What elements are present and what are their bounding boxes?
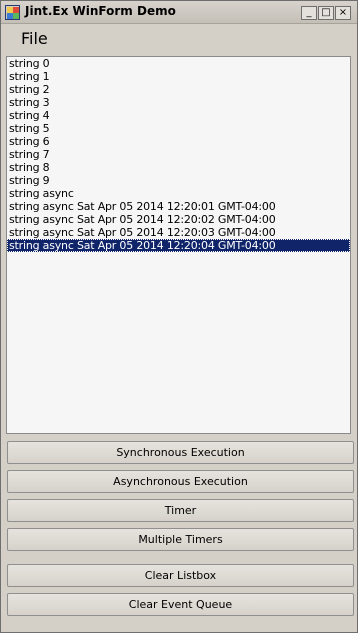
synchronous-execution-button[interactable]: Synchronous Execution bbox=[7, 441, 354, 464]
list-item[interactable]: string 1 bbox=[7, 70, 350, 83]
app-window: Jint.Ex WinForm Demo _ □ × File string 0… bbox=[0, 0, 358, 633]
list-item[interactable]: string 7 bbox=[7, 148, 350, 161]
list-item[interactable]: string async Sat Apr 05 2014 12:20:04 GM… bbox=[7, 239, 350, 252]
minimize-button[interactable]: _ bbox=[301, 6, 317, 20]
maximize-button[interactable]: □ bbox=[318, 6, 334, 20]
app-icon[interactable] bbox=[5, 5, 20, 20]
window-title: Jint.Ex WinForm Demo bbox=[25, 4, 176, 18]
clear-listbox-button[interactable]: Clear Listbox bbox=[7, 564, 354, 587]
menu-bar: File bbox=[1, 24, 357, 54]
menu-file[interactable]: File bbox=[21, 29, 48, 48]
list-item[interactable]: string 5 bbox=[7, 122, 350, 135]
list-item[interactable]: string 0 bbox=[7, 57, 350, 70]
timer-button[interactable]: Timer bbox=[7, 499, 354, 522]
multiple-timers-button[interactable]: Multiple Timers bbox=[7, 528, 354, 551]
list-item[interactable]: string async Sat Apr 05 2014 12:20:01 GM… bbox=[7, 200, 350, 213]
list-item[interactable]: string 8 bbox=[7, 161, 350, 174]
clear-event-queue-button[interactable]: Clear Event Queue bbox=[7, 593, 354, 616]
output-listbox[interactable]: string 0 string 1 string 2 string 3 string 4… bbox=[6, 56, 351, 434]
listbox-items: string 0 string 1 string 2 string 3 string 4… bbox=[7, 57, 350, 252]
list-item[interactable]: string 2 bbox=[7, 83, 350, 96]
title-bar[interactable]: Jint.Ex WinForm Demo _ □ × bbox=[1, 1, 357, 24]
list-item[interactable]: string async bbox=[7, 187, 350, 200]
list-item[interactable]: string 3 bbox=[7, 96, 350, 109]
app-icon-quadrant bbox=[13, 13, 19, 19]
asynchronous-execution-button[interactable]: Asynchronous Execution bbox=[7, 470, 354, 493]
list-item[interactable]: string 6 bbox=[7, 135, 350, 148]
close-button[interactable]: × bbox=[335, 6, 351, 20]
list-item[interactable]: string 4 bbox=[7, 109, 350, 122]
list-item[interactable]: string async Sat Apr 05 2014 12:20:02 GM… bbox=[7, 213, 350, 226]
list-item[interactable]: string async Sat Apr 05 2014 12:20:03 GM… bbox=[7, 226, 350, 239]
list-item[interactable]: string 9 bbox=[7, 174, 350, 187]
